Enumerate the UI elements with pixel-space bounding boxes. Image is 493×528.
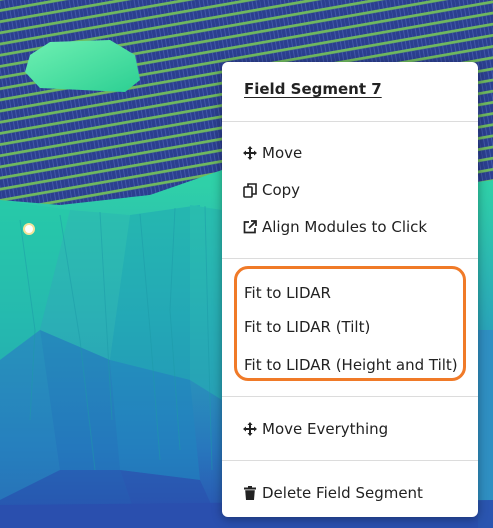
fit-to-lidar-menu-item[interactable]: Fit to LIDAR (244, 280, 331, 306)
move-label: Move (262, 144, 303, 162)
fit-to-lidar-label: Fit to LIDAR (244, 284, 331, 302)
click-marker (23, 223, 35, 235)
trash-icon (241, 484, 259, 502)
fit-to-lidar-tilt-menu-item[interactable]: Fit to LIDAR (Tilt) (244, 314, 370, 340)
menu-divider (222, 396, 478, 397)
context-menu-title[interactable]: Field Segment 7 (244, 80, 382, 98)
fit-to-lidar-height-tilt-menu-item[interactable]: Fit to LIDAR (Height and Tilt) (244, 352, 458, 378)
move-everything-menu-item[interactable]: Move Everything (240, 416, 388, 442)
copy-icon (241, 181, 259, 199)
3d-viewport[interactable]: Field Segment 7 Move Copy Align Modules … (0, 0, 493, 528)
menu-divider (222, 121, 478, 122)
menu-divider (222, 258, 478, 259)
move-arrows-icon (241, 144, 259, 162)
align-modules-label: Align Modules to Click (262, 218, 428, 236)
menu-divider (222, 460, 478, 461)
copy-label: Copy (262, 181, 301, 199)
delete-field-segment-menu-item[interactable]: Delete Field Segment (240, 480, 423, 506)
external-link-icon (241, 218, 259, 236)
delete-field-segment-label: Delete Field Segment (262, 484, 423, 502)
fit-to-lidar-tilt-label: Fit to LIDAR (Tilt) (244, 318, 371, 336)
move-menu-item[interactable]: Move (240, 140, 302, 166)
align-modules-menu-item[interactable]: Align Modules to Click (240, 214, 427, 240)
fit-to-lidar-height-tilt-label: Fit to LIDAR (Height and Tilt) (244, 356, 458, 374)
context-menu: Field Segment 7 Move Copy Align Modules … (222, 62, 478, 517)
move-everything-label: Move Everything (262, 420, 389, 438)
move-arrows-icon (241, 420, 259, 438)
copy-menu-item[interactable]: Copy (240, 177, 300, 203)
